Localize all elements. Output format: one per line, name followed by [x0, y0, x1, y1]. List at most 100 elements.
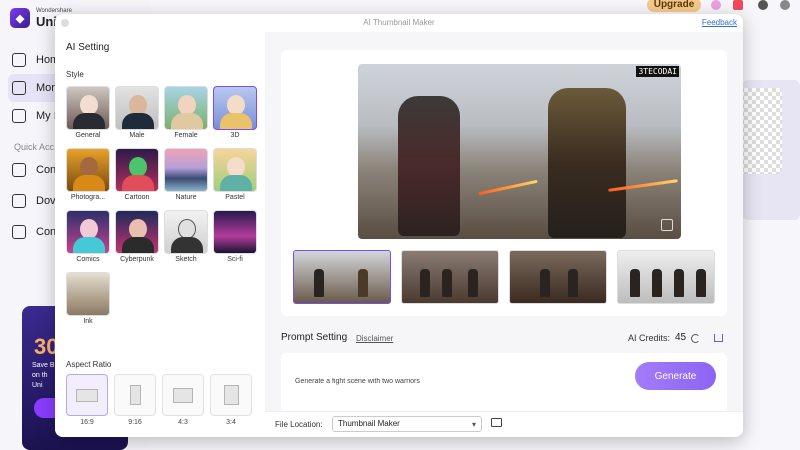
app-logo-icon: ◆: [10, 8, 30, 28]
promo-line: Save Bi: [32, 362, 57, 369]
style-pastel[interactable]: Pastel: [213, 148, 257, 204]
style-3d[interactable]: 3D: [213, 86, 257, 142]
style-name: Pastel: [225, 194, 245, 201]
prompt-input[interactable]: [295, 373, 595, 389]
style-cyberpunk[interactable]: Cyberpunk: [115, 210, 159, 266]
style-name: Sketch: [175, 256, 197, 263]
style-ink[interactable]: Ink: [66, 272, 110, 328]
warrior-figure: [674, 269, 684, 297]
woman-portrait-icon: [164, 86, 208, 130]
style-name: Nature: [175, 194, 197, 201]
style-name: Ink: [83, 318, 93, 325]
style-comics[interactable]: Comics: [66, 210, 110, 266]
landscape-ratio-icon: [76, 388, 98, 402]
aspect-name: 4:3: [178, 419, 188, 426]
comic-girl-icon: [66, 210, 110, 254]
aspect-9-16[interactable]: 9:16: [114, 374, 156, 426]
style-photography[interactable]: Photogra...: [66, 148, 110, 204]
style-sci-fi[interactable]: Sci-fi: [213, 210, 257, 266]
style-name: Sci-fi: [227, 256, 243, 263]
aspect-box: [210, 374, 252, 416]
warrior-figure: [442, 269, 452, 297]
style-female[interactable]: Female: [164, 86, 208, 142]
warrior-figure: [652, 269, 662, 297]
portrait-ratio-icon: [223, 385, 239, 405]
aspect-3-4[interactable]: 3:4: [210, 374, 252, 426]
style-name: Cyberpunk: [120, 256, 154, 263]
nav-item-compress[interactable]: Con: [12, 218, 56, 246]
aspect-name: 9:16: [128, 419, 142, 426]
portrait-ratio-icon: [129, 385, 141, 405]
style-name: General: [75, 132, 101, 139]
feedback-link[interactable]: Feedback: [702, 18, 737, 27]
prompt-box: Generate: [281, 353, 727, 417]
ai-thumbnail-maker-dialog: AI Thumbnail Maker Feedback AI Setting S…: [55, 14, 743, 437]
aspect-ratio-options: 16:9 9:16 4:3 3:4: [66, 374, 252, 426]
aspect-16-9[interactable]: 16:9: [66, 374, 108, 426]
pastel-girl-icon: [213, 148, 257, 192]
style-general[interactable]: General: [66, 86, 110, 142]
quick-access-label: Quick Acc: [14, 142, 55, 152]
style-name: Female: [174, 132, 198, 139]
nav-label: Con: [36, 226, 57, 238]
main-preview-image[interactable]: 3TECODAI: [358, 64, 681, 239]
promo-line: on th: [32, 372, 48, 379]
nav-item-convert[interactable]: Con: [12, 156, 56, 184]
style-name: Photogra...: [70, 194, 106, 201]
folder-icon[interactable]: [491, 418, 502, 427]
aspect-name: 16:9: [80, 419, 94, 426]
upgrade-button[interactable]: Upgrade: [647, 0, 701, 12]
cart-icon[interactable]: [714, 334, 723, 342]
photo-portrait-icon: [66, 148, 110, 192]
style-label: Style: [66, 70, 84, 79]
warrior-figure: [630, 269, 640, 297]
warrior-figure: [540, 269, 550, 297]
ai-setting-panel: AI Setting Style General Male Female 3D …: [55, 32, 265, 437]
ai-credits-value: 45: [675, 332, 687, 343]
menu-icon[interactable]: [780, 0, 790, 10]
my-icon: [12, 109, 26, 123]
warrior-figure: [696, 269, 706, 297]
warrior-right: [548, 88, 626, 238]
style-nature[interactable]: Nature: [164, 148, 208, 204]
compress-icon: [12, 225, 26, 239]
expand-icon[interactable]: [661, 219, 673, 231]
landscape-icon: [164, 148, 208, 192]
chevron-down-icon: ▾: [471, 420, 476, 429]
warrior-figure: [420, 269, 430, 297]
style-cartoon[interactable]: Cartoon: [115, 148, 159, 204]
nav-label: My I: [36, 110, 57, 122]
avatar[interactable]: [711, 0, 721, 10]
aspect-box: [66, 374, 108, 416]
generate-button[interactable]: Generate: [635, 362, 716, 390]
headset-icon[interactable]: [758, 0, 768, 10]
result-thumbnail[interactable]: [401, 250, 499, 304]
file-location-select[interactable]: Thumbnail Maker ▾: [332, 416, 482, 432]
ai-setting-heading: AI Setting: [66, 42, 110, 53]
man-portrait-icon: [115, 86, 159, 130]
dialog-title: AI Thumbnail Maker: [363, 18, 435, 27]
nav-label: Con: [36, 164, 57, 176]
disclaimer-link[interactable]: Disclaimer: [356, 334, 393, 343]
nav-item-download[interactable]: Dov: [12, 187, 56, 215]
scifi-room-icon: [213, 210, 257, 254]
nav-label: Mor: [36, 82, 55, 94]
aspect-4-3[interactable]: 4:3: [162, 374, 204, 426]
style-name: Cartoon: [124, 194, 150, 201]
ink-landscape-icon: [66, 272, 110, 316]
style-sketch[interactable]: Sketch: [164, 210, 208, 266]
more-icon: [12, 81, 26, 95]
refresh-icon[interactable]: [691, 334, 700, 343]
result-thumbnails: [293, 250, 715, 304]
landscape-ratio-icon: [173, 387, 193, 403]
download-icon: [12, 194, 26, 208]
result-thumbnail[interactable]: [293, 250, 391, 304]
result-thumbnail[interactable]: [509, 250, 607, 304]
style-name: 3D: [230, 132, 240, 139]
flaming-sword: [478, 179, 538, 196]
gift-icon[interactable]: [733, 0, 743, 10]
style-male[interactable]: Male: [115, 86, 159, 142]
warrior-figure: [314, 269, 324, 297]
style-grid: General Male Female 3D Photogra... Carto…: [66, 86, 258, 328]
result-thumbnail[interactable]: [617, 250, 715, 304]
